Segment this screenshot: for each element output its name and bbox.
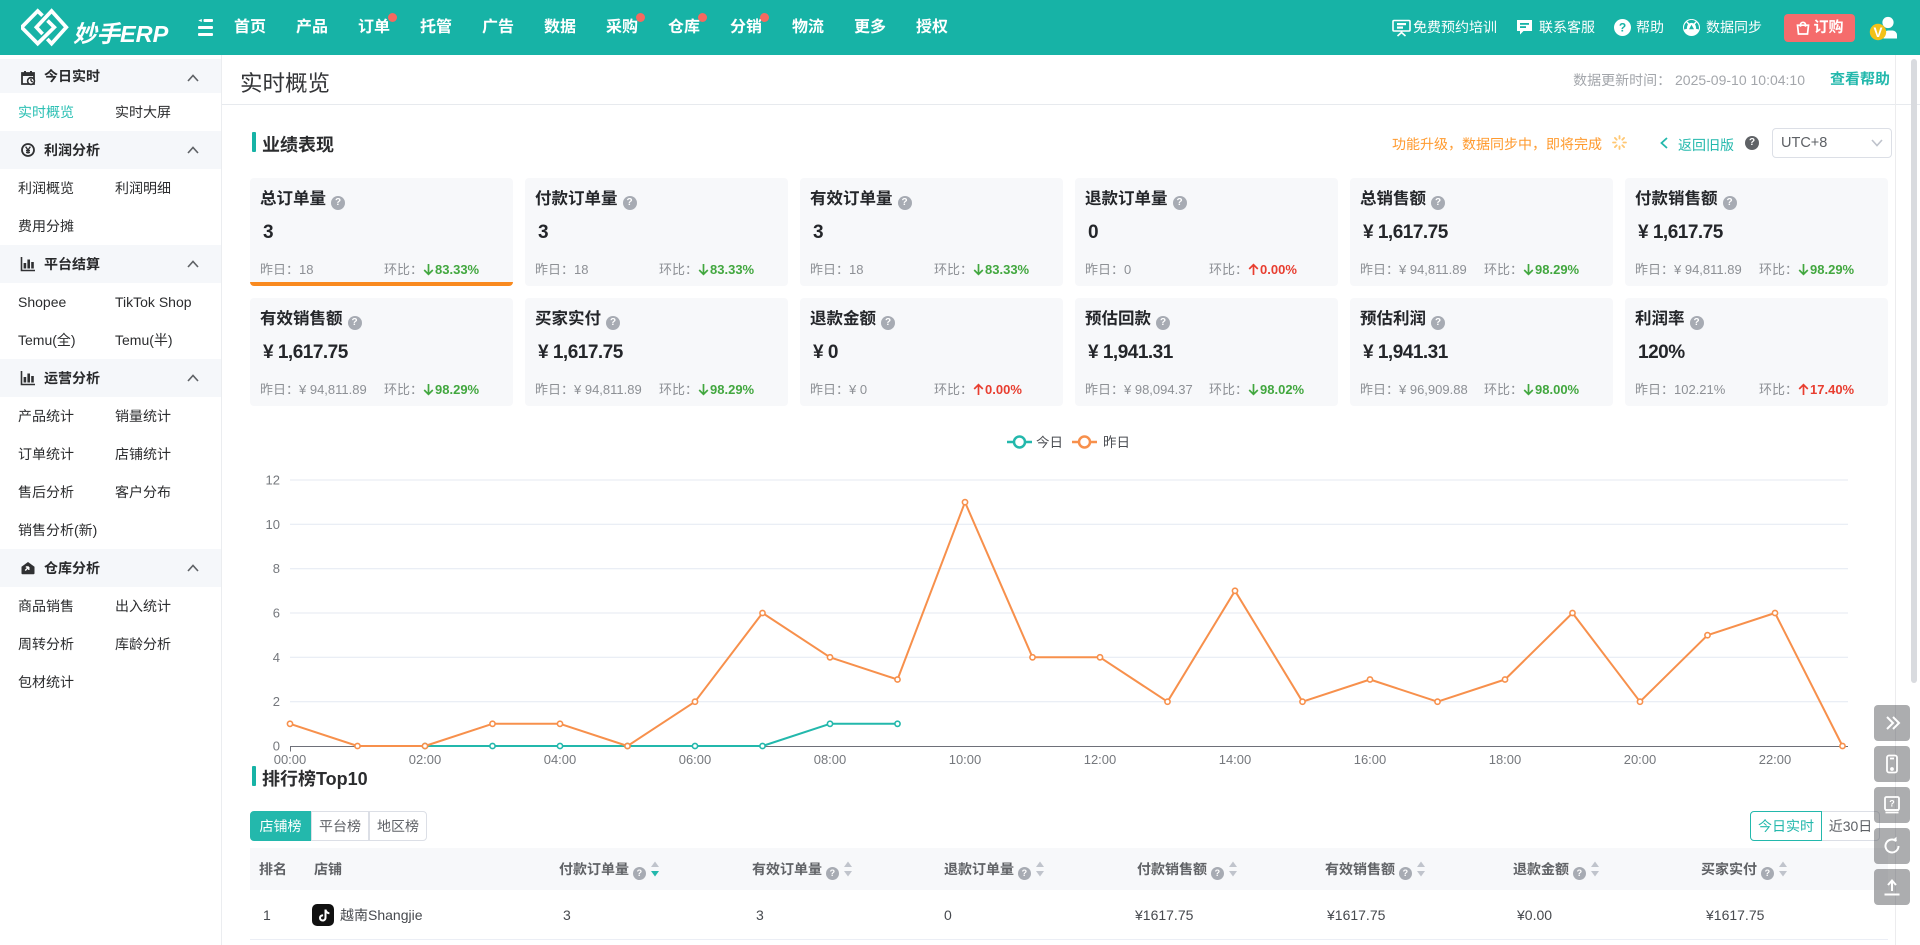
svg-text:22:00: 22:00 [1759,752,1792,765]
svg-text:4: 4 [273,650,280,665]
svg-text:12: 12 [266,473,280,488]
svg-text:今日: 今日 [1036,435,1063,450]
svg-text:00:00: 00:00 [274,752,307,765]
svg-text:18:00: 18:00 [1489,752,1522,765]
svg-text:14:00: 14:00 [1219,752,1252,765]
svg-text:8: 8 [273,561,280,576]
svg-text:20:00: 20:00 [1624,752,1657,765]
svg-text:10:00: 10:00 [949,752,982,765]
svg-text:0: 0 [273,739,280,754]
svg-text:昨日: 昨日 [1103,435,1130,450]
svg-text:04:00: 04:00 [544,752,577,765]
svg-text:2: 2 [273,694,280,709]
svg-text:02:00: 02:00 [409,752,442,765]
svg-text:08:00: 08:00 [814,752,847,765]
svg-text:?: ? [1889,799,1895,809]
svg-text:V: V [1873,25,1882,40]
svg-text:?: ? [1619,21,1626,35]
svg-text:06:00: 06:00 [679,752,712,765]
svg-text:6: 6 [273,606,280,621]
svg-text:12:00: 12:00 [1084,752,1117,765]
svg-text:10: 10 [266,517,280,532]
svg-text:16:00: 16:00 [1354,752,1387,765]
